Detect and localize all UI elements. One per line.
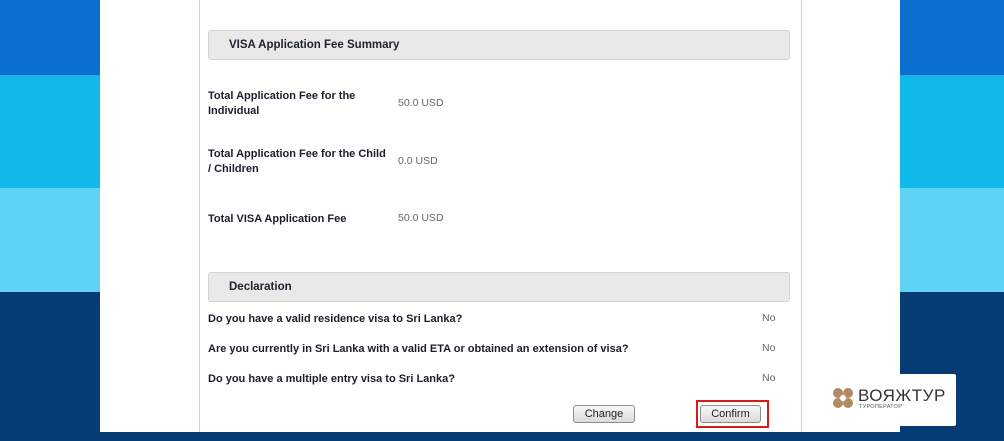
fee-summary-header: VISA Application Fee Summary (208, 30, 790, 60)
fee-label-total: Total VISA Application Fee (208, 213, 347, 225)
logo-tagline: ТУРОПЕРАТОР (859, 404, 903, 410)
clover-logo-icon (833, 388, 853, 408)
fee-value-children: 0.0 USD (398, 155, 438, 167)
content-border-left (199, 0, 200, 432)
logo-name: ВОЯЖТУР (858, 386, 946, 405)
fee-value-total: 50.0 USD (398, 212, 444, 224)
question-residence-visa: Do you have a valid residence visa to Sr… (208, 313, 463, 325)
question-multiple-entry: Do you have a multiple entry visa to Sri… (208, 373, 455, 385)
application-page: VISA Application Fee Summary Total Appli… (100, 0, 900, 432)
question-eta-extension: Are you currently in Sri Lanka with a va… (208, 343, 629, 355)
content-border-right (801, 0, 802, 432)
confirm-button[interactable]: Confirm (700, 405, 761, 423)
fee-label-children: Total Application Fee for the Child / Ch… (208, 148, 386, 175)
fee-label-individual: Total Application Fee for the Individual (208, 90, 356, 117)
answer-eta-extension: No (762, 342, 776, 354)
answer-multiple-entry: No (762, 372, 776, 384)
fee-value-individual: 50.0 USD (398, 97, 444, 109)
declaration-header: Declaration (208, 272, 790, 302)
change-button[interactable]: Change (573, 405, 635, 423)
voyazhtur-logo: ВОЯЖТУР ТУРОПЕРАТОР (826, 374, 956, 426)
answer-residence-visa: No (762, 312, 776, 324)
